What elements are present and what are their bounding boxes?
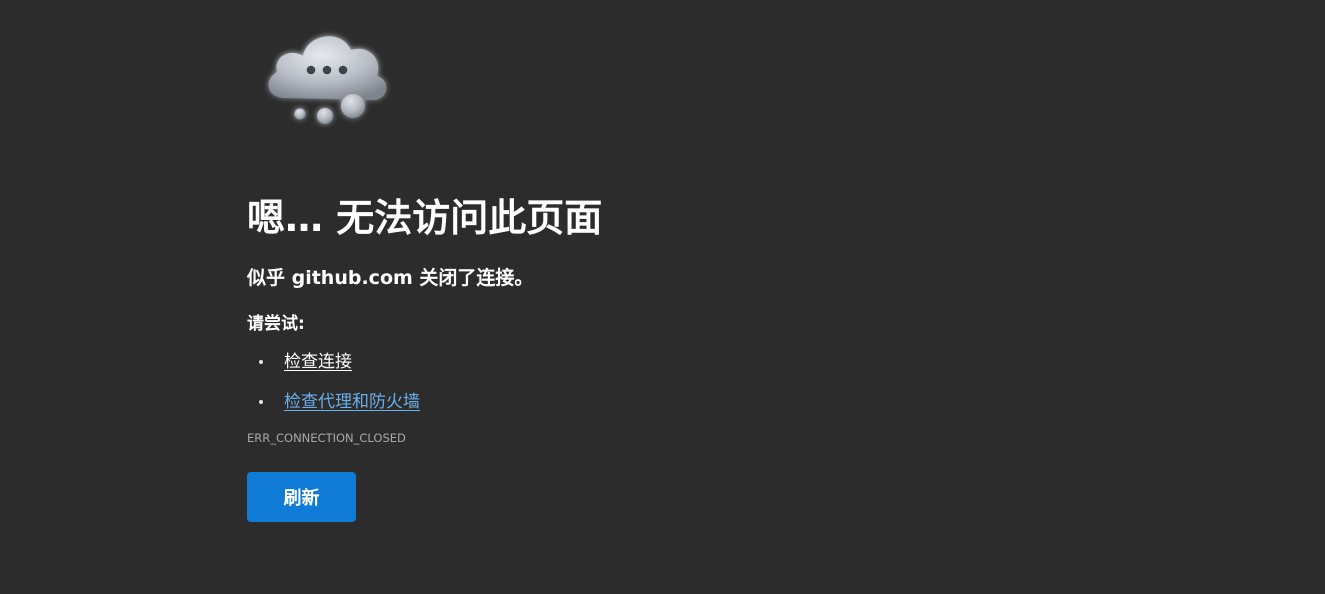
list-item: 检查代理和防火墙	[247, 390, 947, 414]
refresh-button[interactable]: 刷新	[247, 472, 356, 522]
bullet-icon	[259, 360, 263, 364]
page-title: 嗯… 无法访问此页面	[247, 196, 603, 240]
check-proxy-firewall-link[interactable]: 检查代理和防火墙	[284, 392, 420, 412]
bullet-icon	[259, 400, 263, 404]
error-code: ERR_CONNECTION_CLOSED	[247, 431, 406, 445]
check-connection-link[interactable]: 检查连接	[284, 352, 352, 372]
list-item: 检查连接	[247, 350, 947, 374]
suggestion-list: 检查连接 检查代理和防火墙	[247, 350, 947, 414]
error-page: 嗯… 无法访问此页面 似乎 github.com 关闭了连接。 请尝试: 检查连…	[0, 0, 1325, 594]
error-content: 嗯… 无法访问此页面 似乎 github.com 关闭了连接。 请尝试: 检查连…	[247, 190, 947, 522]
cloud-ellipsis-icon	[268, 36, 387, 124]
try-label: 请尝试:	[247, 314, 305, 334]
error-description: 似乎 github.com 关闭了连接。	[247, 267, 534, 289]
